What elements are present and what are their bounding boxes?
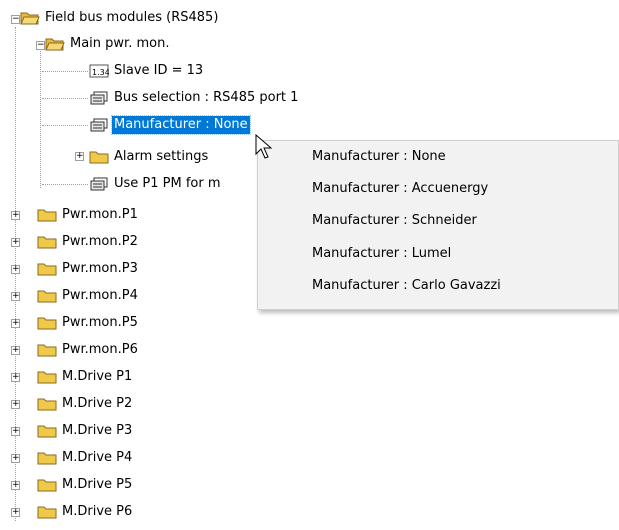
tree-node-folder[interactable]: M.Drive P5: [37, 475, 134, 495]
tree-node-label: Pwr.mon.P3: [62, 261, 138, 276]
expand-toggle[interactable]: +: [11, 211, 20, 220]
folder-icon: [37, 234, 57, 250]
folder-icon: [37, 369, 57, 385]
folder-icon: [37, 450, 57, 466]
tree-node-label: M.Drive P1: [62, 369, 133, 384]
expand-toggle[interactable]: +: [11, 319, 20, 328]
tree-node-label: Pwr.mon.P1: [62, 207, 138, 222]
expand-toggle[interactable]: +: [11, 238, 20, 247]
expand-toggle[interactable]: +: [11, 346, 20, 355]
tree-connector: [40, 51, 41, 188]
menu-item-manufacturer-none[interactable]: Manufacturer : None: [312, 145, 446, 169]
tree-node-folder[interactable]: Pwr.mon.P4: [37, 286, 140, 306]
tree-node-label: M.Drive P3: [62, 423, 133, 438]
tree-node-label: Use P1 PM for m: [114, 176, 221, 191]
expand-toggle[interactable]: +: [11, 427, 20, 436]
expand-toggle[interactable]: +: [11, 265, 20, 274]
folder-icon: [37, 396, 57, 412]
menu-item-manufacturer-accuenergy[interactable]: Manufacturer : Accuenergy: [312, 177, 488, 201]
folder-icon: [37, 504, 57, 520]
tree-node-label: M.Drive P5: [62, 477, 133, 492]
menu-item-manufacturer-lumel[interactable]: Manufacturer : Lumel: [312, 242, 451, 266]
tree-node-folder[interactable]: M.Drive P2: [37, 394, 134, 414]
expand-toggle[interactable]: +: [75, 152, 84, 161]
tree-node-root[interactable]: Field bus modules (RS485): [20, 8, 220, 28]
tree-node-folder[interactable]: M.Drive P4: [37, 448, 134, 468]
property-icon: [89, 176, 109, 192]
tree-connector: [15, 27, 16, 521]
tree-connector: [42, 184, 88, 185]
collapse-toggle[interactable]: −: [11, 15, 20, 24]
expand-toggle[interactable]: +: [11, 481, 20, 490]
mouse-pointer-icon: [255, 133, 275, 160]
menu-item-manufacturer-schneider[interactable]: Manufacturer : Schneider: [312, 209, 477, 233]
folder-icon: [37, 477, 57, 493]
folder-icon: [37, 288, 57, 304]
numeric-value-icon: 1.34: [89, 63, 109, 79]
tree-node-label: Pwr.mon.P2: [62, 234, 138, 249]
tree-node-folder[interactable]: M.Drive P3: [37, 421, 134, 441]
tree-node-folder[interactable]: Pwr.mon.P1: [37, 205, 140, 225]
tree-node-label: Pwr.mon.P5: [62, 315, 138, 330]
open-folder-icon: [20, 10, 40, 26]
tree-node-label: Pwr.mon.P4: [62, 288, 138, 303]
expand-toggle[interactable]: +: [11, 400, 20, 409]
tree-connector: [42, 71, 88, 72]
open-folder-icon: [45, 36, 65, 52]
expand-toggle[interactable]: +: [11, 373, 20, 382]
tree-node-slave-id[interactable]: 1.34 Slave ID = 13: [89, 61, 205, 81]
tree-node-folder[interactable]: Pwr.mon.P2: [37, 232, 140, 252]
tree-node-folder[interactable]: M.Drive P1: [37, 367, 134, 387]
expand-toggle[interactable]: +: [11, 508, 20, 517]
expand-toggle[interactable]: +: [11, 454, 20, 463]
tree-node-manufacturer[interactable]: Manufacturer : None: [89, 115, 251, 135]
tree-connector: [42, 125, 88, 126]
tree-node-label: Bus selection : RS485 port 1: [114, 90, 299, 105]
tree-node-label: Main pwr. mon.: [70, 36, 170, 51]
tree-node-main-pwr-mon[interactable]: Main pwr. mon.: [45, 34, 171, 54]
tree-node-folder[interactable]: M.Drive P6: [37, 502, 134, 522]
folder-icon: [89, 149, 109, 165]
tree-node-label: M.Drive P4: [62, 450, 133, 465]
expand-toggle[interactable]: +: [11, 292, 20, 301]
tree-node-label: Alarm settings: [114, 149, 209, 164]
folder-icon: [37, 315, 57, 331]
folder-icon: [37, 342, 57, 358]
tree-node-label: M.Drive P2: [62, 396, 133, 411]
folder-icon: [37, 207, 57, 223]
folder-icon: [37, 261, 57, 277]
tree-node-bus-selection[interactable]: Bus selection : RS485 port 1: [89, 88, 300, 108]
tree-node-label: Pwr.mon.P6: [62, 342, 138, 357]
context-menu: Manufacturer : None Manufacturer : Accue…: [257, 140, 619, 310]
tree-node-label: Field bus modules (RS485): [45, 10, 219, 25]
tree-node-use-p1-pm[interactable]: Use P1 PM for m: [89, 174, 223, 194]
tree-node-label: M.Drive P6: [62, 504, 133, 519]
property-icon: [89, 90, 109, 106]
tree-node-alarm-settings[interactable]: Alarm settings: [89, 147, 210, 167]
tree-node-folder[interactable]: Pwr.mon.P5: [37, 313, 140, 333]
tree-node-folder[interactable]: Pwr.mon.P3: [37, 259, 140, 279]
folder-icon: [37, 423, 57, 439]
svg-text:1.34: 1.34: [92, 68, 109, 77]
menu-item-manufacturer-carlo-gavazzi[interactable]: Manufacturer : Carlo Gavazzi: [312, 274, 501, 298]
tree-node-label-selected: Manufacturer : None: [111, 115, 251, 135]
tree-node-label: Slave ID = 13: [114, 63, 204, 78]
property-icon: [89, 117, 109, 133]
collapse-toggle[interactable]: −: [36, 41, 45, 50]
tree-connector: [42, 98, 88, 99]
tree-node-folder[interactable]: Pwr.mon.P6: [37, 340, 140, 360]
